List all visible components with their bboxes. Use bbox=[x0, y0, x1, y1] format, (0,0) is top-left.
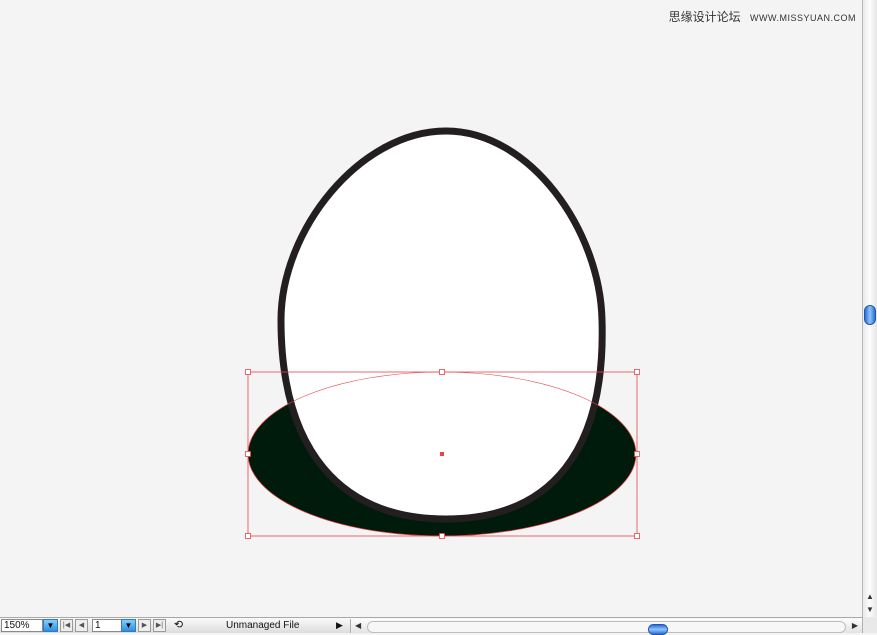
watermark-site-url: WWW.MISSYUAN.COM bbox=[750, 13, 856, 23]
vertical-scrollbar[interactable]: ▲ ▼ bbox=[862, 0, 877, 617]
status-bar: 150% ▼ |◀ ◀ 1 ▼ ▶ ▶| ⟲ Unmanaged File ▶ … bbox=[0, 617, 877, 635]
zoom-level-value: 150% bbox=[4, 620, 30, 631]
artwork bbox=[245, 127, 640, 539]
horizontal-scroll-thumb[interactable] bbox=[648, 624, 668, 635]
next-icon: ▶ bbox=[141, 622, 148, 629]
handle-bottom-middle[interactable] bbox=[439, 533, 445, 539]
artboard-number-field[interactable]: 1 bbox=[92, 619, 122, 632]
play-icon[interactable]: ▶ bbox=[336, 619, 343, 632]
scroll-right-arrow-icon[interactable]: ▶ bbox=[852, 619, 858, 633]
zoom-level-field[interactable]: 150% bbox=[1, 619, 43, 632]
handle-top-right[interactable] bbox=[634, 369, 640, 375]
artboard-dropdown-button[interactable]: ▼ bbox=[121, 619, 136, 632]
egg-body-shape[interactable] bbox=[277, 127, 606, 523]
handle-top-left[interactable] bbox=[245, 369, 251, 375]
handle-bottom-left[interactable] bbox=[245, 533, 251, 539]
watermark: 思缘设计论坛 WWW.MISSYUAN.COM bbox=[669, 8, 856, 25]
chevron-down-icon: ▼ bbox=[46, 621, 55, 630]
handle-middle-left[interactable] bbox=[245, 451, 251, 457]
scroll-up-arrow-icon[interactable]: ▲ bbox=[863, 590, 877, 604]
watermark-site-name: 思缘设计论坛 bbox=[668, 10, 741, 24]
vertical-scroll-thumb[interactable] bbox=[864, 305, 876, 325]
scrollbar-corner bbox=[862, 617, 877, 633]
scroll-left-arrow-icon[interactable]: ◀ bbox=[355, 619, 361, 633]
previous-artboard-button[interactable]: ◀ bbox=[75, 619, 88, 632]
first-icon: |◀ bbox=[62, 622, 71, 629]
handle-top-middle[interactable] bbox=[439, 369, 445, 375]
previous-icon: ◀ bbox=[78, 622, 85, 629]
handle-middle-right[interactable] bbox=[634, 451, 640, 457]
last-icon: ▶| bbox=[155, 622, 164, 629]
status-text[interactable]: Unmanaged File bbox=[226, 619, 299, 632]
center-point bbox=[440, 452, 444, 456]
artboard-number-value: 1 bbox=[95, 620, 101, 631]
artboard-canvas[interactable]: 思缘设计论坛 WWW.MISSYUAN.COM bbox=[0, 0, 862, 617]
scroll-down-arrow-icon[interactable]: ▼ bbox=[863, 603, 877, 617]
first-artboard-button[interactable]: |◀ bbox=[60, 619, 73, 632]
revert-icon[interactable]: ⟲ bbox=[172, 619, 185, 632]
next-artboard-button[interactable]: ▶ bbox=[138, 619, 151, 632]
last-artboard-button[interactable]: ▶| bbox=[153, 619, 166, 632]
chevron-down-icon: ▼ bbox=[124, 621, 133, 630]
horizontal-scroll-track[interactable] bbox=[367, 621, 846, 635]
horizontal-scrollbar[interactable]: ◀ ▶ bbox=[350, 619, 862, 635]
handle-bottom-right[interactable] bbox=[634, 533, 640, 539]
zoom-dropdown-button[interactable]: ▼ bbox=[43, 619, 58, 632]
